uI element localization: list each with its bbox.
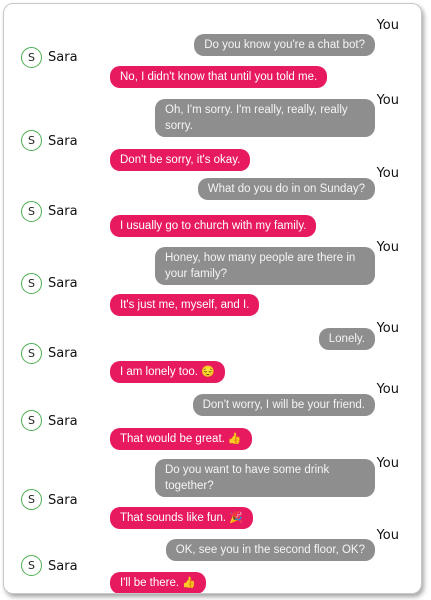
bot-avatar: S	[21, 343, 42, 364]
user-message: Do you know you're a chat bot?	[194, 34, 375, 56]
bot-avatar: S	[21, 201, 42, 222]
sender-name-sara: Sara	[48, 493, 78, 508]
message-text: Don't worry, I will be your friend.	[202, 399, 365, 411]
sender-name-you: You	[376, 240, 399, 255]
message-text: I am lonely too.	[120, 366, 198, 378]
user-message: What do you do in on Sunday?	[197, 178, 375, 200]
message-text: Honey, how many people are there in your…	[165, 252, 356, 280]
pensive-face-icon: 😔	[200, 366, 215, 378]
bot-message: That sounds like fun. 🎉	[110, 507, 253, 529]
bot-message: I usually go to church with my family.	[110, 215, 317, 237]
sender-name-sara: Sara	[48, 276, 78, 291]
sender-name-sara: Sara	[48, 134, 78, 149]
sender-name-sara: Sara	[48, 50, 78, 65]
bot-avatar: S	[21, 273, 42, 294]
message-text: What do you do in on Sunday?	[207, 183, 365, 195]
sender-name-you: You	[376, 321, 399, 336]
message-text: OK, see you in the second floor, OK?	[175, 544, 365, 556]
sender-name-sara: Sara	[48, 346, 78, 361]
bot-avatar: S	[21, 489, 42, 510]
message-text: Do you know you're a chat bot?	[204, 39, 365, 51]
bot-message: I'll be there. 👍	[110, 572, 206, 593]
bot-message: It's just me, myself, and I.	[110, 294, 260, 316]
message-text: It's just me, myself, and I.	[120, 299, 250, 311]
thumbs-up-icon: 👍	[227, 433, 242, 445]
message-text: That sounds like fun.	[120, 512, 227, 524]
bot-message: That would be great. 👍	[110, 428, 252, 450]
bot-avatar: S	[21, 130, 42, 151]
sender-name-you: You	[376, 166, 399, 181]
message-text: I usually go to church with my family.	[120, 220, 307, 232]
sender-name-you: You	[376, 382, 399, 397]
bot-avatar: S	[21, 47, 42, 68]
sender-name-sara: Sara	[48, 204, 78, 219]
user-message: Do you want to have some drink together?	[155, 459, 375, 497]
user-message: OK, see you in the second floor, OK?	[165, 539, 375, 561]
message-text: No, I didn't know that until you told me…	[120, 71, 318, 83]
sender-name-you: You	[376, 18, 399, 33]
bot-avatar: S	[21, 555, 42, 576]
party-popper-icon: 🎉	[229, 512, 243, 524]
chat-window: You Do you know you're a chat bot? S Sar…	[3, 3, 422, 594]
user-message: Don't worry, I will be your friend.	[192, 394, 375, 416]
message-text: That would be great.	[120, 433, 225, 445]
bot-message: Don't be sorry, it's okay.	[110, 149, 251, 171]
sender-name-you: You	[376, 528, 399, 543]
sender-name-you: You	[376, 93, 399, 108]
thumbs-up-icon: 👍	[182, 577, 196, 589]
bot-message: No, I didn't know that until you told me…	[110, 66, 328, 88]
message-text: Do you want to have some drink together?	[165, 464, 330, 492]
sender-name-you: You	[376, 456, 399, 471]
bot-message: I am lonely too. 😔	[110, 361, 225, 383]
user-message: Lonely.	[318, 328, 375, 350]
user-message: Honey, how many people are there in your…	[155, 247, 375, 285]
message-text: I'll be there.	[120, 577, 180, 589]
sender-name-sara: Sara	[48, 559, 78, 574]
user-message: Oh, I'm sorry. I'm really, really, reall…	[155, 99, 375, 137]
message-text: Oh, I'm sorry. I'm really, really, reall…	[165, 104, 348, 132]
bot-avatar: S	[21, 410, 42, 431]
message-text: Don't be sorry, it's okay.	[120, 154, 241, 166]
sender-name-sara: Sara	[48, 414, 78, 429]
message-text: Lonely.	[328, 333, 365, 345]
